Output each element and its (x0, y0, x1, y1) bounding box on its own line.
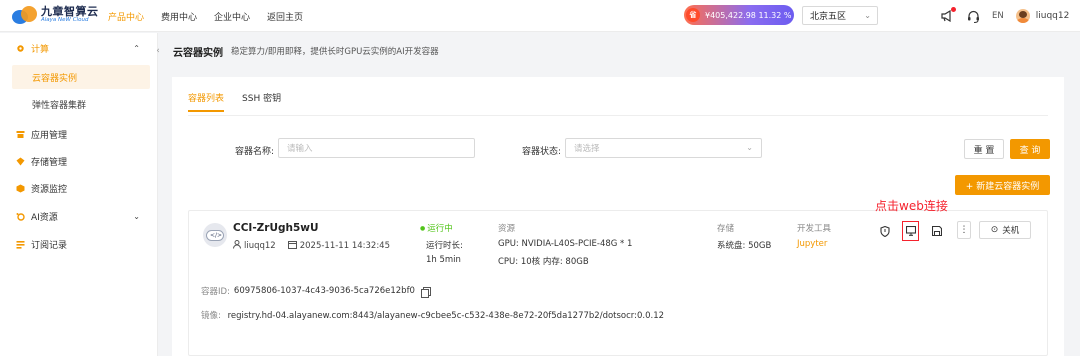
sidebar-group-compute[interactable]: 计算 ⌃ (0, 35, 158, 61)
page-description: 稳定算力/即用即释，提供长时GPU云实例的AI开发容器 (231, 47, 439, 57)
instance-created-time: 2025-11-11 14:32:45 (299, 240, 390, 251)
sidebar-item-label: 订阅记录 (31, 240, 68, 251)
chevron-down-icon: ⌄ (133, 211, 140, 221)
app-icon (16, 130, 25, 139)
sidebar: 计算 ⌃ 云容器实例 弹性容器集群 应用管理 存储管理 资源监控 AI资源 ⌄ … (0, 33, 160, 356)
calendar-icon (287, 240, 297, 251)
compute-icon (16, 44, 25, 53)
shutdown-button[interactable]: ⊙ 关机 (979, 221, 1031, 239)
records-icon (16, 240, 25, 249)
resource-title: 资源 (498, 224, 516, 234)
user-icon (233, 240, 241, 251)
shield-icon[interactable] (877, 223, 893, 239)
create-instance-button[interactable]: + 新建云容器实例 (955, 175, 1050, 195)
tab-ssh-keys[interactable]: SSH 密钥 (242, 91, 281, 112)
status-filter-placeholder: 请选择 (574, 144, 600, 154)
container-id-row: 容器ID: 60975806-1037-4c43-9036-5ca726e12b… (201, 285, 431, 298)
container-id-label: 容器ID: (201, 287, 230, 297)
sidebar-item-label: 存储管理 (31, 157, 68, 168)
sidebar-item-monitoring[interactable]: 资源监控 (0, 175, 158, 201)
savings-icon: 省 (686, 8, 700, 22)
reset-button[interactable]: 重 置 (964, 139, 1004, 159)
brand-logo[interactable]: 九章智算云 Alaya NeW Cloud (12, 4, 99, 26)
runtime-label: 运行时长: (426, 241, 463, 251)
notification-dot (951, 7, 956, 12)
top-bar: 九章智算云 Alaya NeW Cloud 产品中心 费用中心 企业中心 返回主… (0, 0, 1080, 32)
instance-meta: liuqq12 2025-11-11 14:32:45 (233, 240, 390, 251)
nav-product-center[interactable]: 产品中心 (108, 10, 144, 23)
image-value: registry.hd-04.alayanew.com:8443/alayane… (227, 311, 665, 321)
page-header: 云容器实例 稳定算力/即用即释，提供长时GPU云实例的AI开发容器 (159, 33, 1080, 69)
chevron-down-icon: ⌄ (746, 143, 753, 152)
name-filter-label: 容器名称: (235, 147, 275, 157)
sidebar-item-label: AI资源 (31, 212, 58, 223)
instance-row: </> CCI-ZrUgh5wU liuqq12 2025-11-11 14:3… (188, 210, 1048, 356)
balance-amount: ¥405,422.98 11.32 % (705, 10, 792, 20)
instance-icon: </> (203, 223, 227, 247)
sidebar-item-label: 资源监控 (31, 184, 68, 195)
tabs-divider (188, 115, 1048, 116)
sidebar-item-label: 应用管理 (31, 130, 68, 141)
page-title: 云容器实例 (173, 47, 223, 59)
status-filter-select[interactable]: 请选择 ⌄ (565, 138, 762, 158)
copy-icon[interactable] (420, 286, 431, 298)
container-id-value: 60975806-1037-4c43-9036-5ca726e12bf0 (233, 286, 415, 296)
instance-name[interactable]: CCI-ZrUgh5wU (233, 222, 319, 234)
name-filter-input[interactable]: 请输入 (278, 138, 475, 158)
storage-icon (16, 157, 25, 166)
sidebar-item-label: 计算 (31, 44, 50, 55)
storage-value: 系统盘: 50GB (717, 241, 772, 251)
monitor-icon (905, 226, 916, 236)
region-select[interactable]: 北京五区 ⌄ (802, 6, 878, 25)
sidebar-item-container-instances[interactable]: 云容器实例 (12, 65, 150, 89)
ai-icon (16, 212, 25, 221)
sidebar-item-subscriptions[interactable]: 订阅记录 (0, 231, 158, 257)
power-icon: ⊙ (990, 225, 999, 235)
brand-name-en: Alaya NeW Cloud (41, 17, 89, 24)
gpu-spec: GPU: NVIDIA-L40S-PCIE-48G * 1 (498, 239, 633, 249)
annotation-web-connect: 点击web连接 (875, 199, 948, 213)
status-filter-label: 容器状态: (522, 147, 562, 157)
username[interactable]: liuqq12 (1036, 11, 1070, 21)
brand-name: 九章智算云 (41, 5, 99, 19)
balance-badge[interactable]: 省 ¥405,422.98 11.32 % (684, 5, 794, 25)
status-running: 运行中 (420, 222, 453, 234)
shutdown-label: 关机 (1002, 226, 1020, 236)
container-list-card: 容器列表 SSH 密钥 容器名称: 请输入 容器状态: 请选择 ⌄ 重 置 查 … (172, 77, 1064, 356)
monitor-icon (16, 184, 25, 193)
headset-support-icon[interactable] (966, 9, 980, 23)
tabs: 容器列表 SSH 密钥 (188, 91, 299, 112)
runtime-value: 1h 5min (426, 255, 461, 265)
search-button[interactable]: 查 询 (1010, 139, 1050, 159)
jupyter-link[interactable]: Jupyter (797, 239, 827, 249)
tab-container-list[interactable]: 容器列表 (188, 91, 225, 112)
sidebar-item-ai-resources[interactable]: AI资源 ⌄ (0, 203, 158, 229)
nav-billing-center[interactable]: 费用中心 (161, 10, 197, 23)
chevron-up-icon: ⌃ (133, 43, 140, 53)
dev-tools-title: 开发工具 (797, 224, 832, 234)
image-label: 镜像: (201, 311, 221, 321)
cpu-memory-spec: CPU: 10核 内存: 80GB (498, 257, 589, 267)
nav-back-home[interactable]: 返回主页 (267, 10, 303, 23)
user-avatar[interactable] (1015, 9, 1030, 23)
sidebar-item-elastic-cluster[interactable]: 弹性容器集群 (12, 92, 150, 116)
save-image-icon[interactable] (929, 223, 945, 239)
sidebar-item-app-management[interactable]: 应用管理 (0, 121, 158, 147)
chevron-down-icon: ⌄ (864, 11, 871, 20)
instance-owner: liuqq12 (244, 240, 276, 251)
web-connect-button[interactable] (902, 221, 919, 241)
region-value: 北京五区 (810, 12, 847, 22)
storage-title: 存储 (717, 224, 735, 234)
image-row: 镜像: registry.hd-04.alayanew.com:8443/ala… (201, 309, 664, 321)
sidebar-item-storage[interactable]: 存储管理 (0, 148, 158, 174)
more-actions-button[interactable]: ⋮ (957, 221, 971, 239)
nav-enterprise-center[interactable]: 企业中心 (214, 10, 250, 23)
top-nav: 产品中心 费用中心 企业中心 返回主页 (108, 0, 320, 32)
language-toggle[interactable]: EN (992, 11, 1004, 21)
announcement-icon[interactable] (940, 7, 956, 23)
logo-icon (12, 4, 38, 26)
